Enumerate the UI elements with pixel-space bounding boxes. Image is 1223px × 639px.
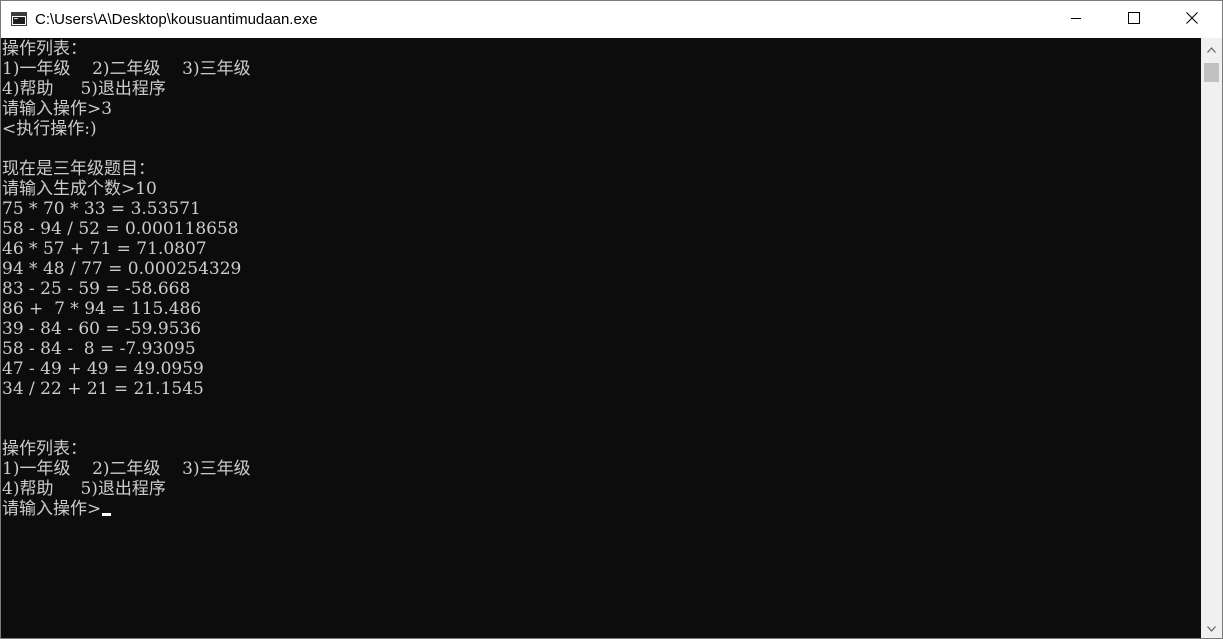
scroll-up-button[interactable]: [1201, 38, 1222, 59]
text-cursor: [102, 513, 112, 516]
close-button[interactable]: [1163, 1, 1221, 38]
console-line: 86 + 7 * 94 = 115.486: [2, 299, 202, 319]
maximize-icon: [1128, 11, 1140, 29]
console-line: 58 - 84 - 8 = -7.93095: [2, 339, 196, 359]
scrollbar-thumb[interactable]: [1204, 63, 1219, 82]
window-title: C:\Users\A\Desktop\kousuantimudaan.exe: [35, 11, 318, 28]
console-line: 34 / 22 + 21 = 21.1545: [2, 379, 204, 399]
minimize-icon: [1070, 11, 1082, 29]
console-app-icon: [11, 12, 27, 26]
input-prompt: 请输入操作>: [2, 499, 102, 519]
console-line: 94 * 48 / 77 = 0.000254329: [2, 259, 242, 279]
console-line: 现在是三年级题目：: [2, 159, 155, 179]
console-line: 请输入操作>3: [2, 99, 113, 119]
maximize-button[interactable]: [1105, 1, 1163, 38]
close-icon: [1186, 11, 1198, 29]
console-line: 46 * 57 + 71 = 71.0807: [2, 239, 207, 259]
console-line: 操作列表：: [2, 439, 87, 459]
title-bar[interactable]: C:\Users\A\Desktop\kousuantimudaan.exe: [1, 1, 1222, 38]
console-window: C:\Users\A\Desktop\kousuantimudaan.exe 操…: [0, 0, 1223, 639]
scroll-down-arrow-icon: [1207, 619, 1216, 637]
vertical-scrollbar[interactable]: [1201, 38, 1222, 638]
console-line: 58 - 94 / 52 = 0.000118658: [2, 219, 239, 239]
console-line: 4)帮助 5)退出程序: [2, 479, 166, 499]
console-line: 39 - 84 - 60 = -59.9536: [2, 319, 202, 339]
console-line: 75 * 70 * 33 = 3.53571: [2, 199, 201, 219]
console-line: 4)帮助 5)退出程序: [2, 79, 166, 99]
scroll-down-button[interactable]: [1201, 617, 1222, 638]
console-line: 83 - 25 - 59 = -58.668: [2, 279, 191, 299]
console-line: 请输入生成个数>10: [2, 179, 157, 199]
console-line: <执行操作:): [2, 119, 97, 139]
console-line: 47 - 49 + 49 = 49.0959: [2, 359, 204, 379]
console-output[interactable]: 操作列表： 1)一年级 2)二年级 3)三年级 4)帮助 5)退出程序 请输入操…: [1, 38, 1201, 638]
console-line: 1)一年级 2)二年级 3)三年级: [2, 59, 251, 79]
console-line: 1)一年级 2)二年级 3)三年级: [2, 459, 251, 479]
console-input-line[interactable]: 请输入操作>: [2, 499, 251, 519]
minimize-button[interactable]: [1047, 1, 1105, 38]
console-lines: 操作列表： 1)一年级 2)二年级 3)三年级 4)帮助 5)退出程序 请输入操…: [2, 39, 251, 519]
scroll-up-arrow-icon: [1207, 40, 1216, 58]
console-line: 操作列表：: [2, 39, 87, 59]
